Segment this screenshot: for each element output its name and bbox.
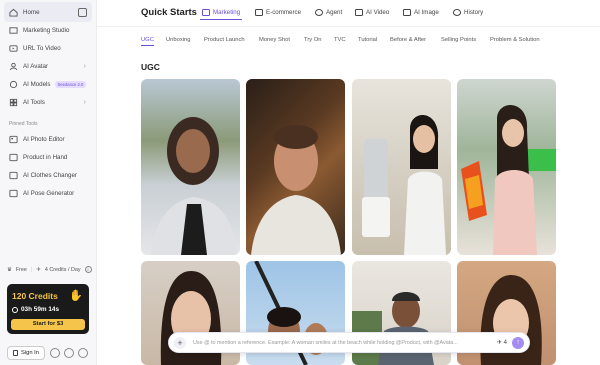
subtab-money-shot[interactable]: Money Shot bbox=[259, 35, 290, 46]
sidebar-item-ai-pose-generator[interactable]: AI Pose Generator bbox=[4, 183, 92, 203]
discord-icon[interactable] bbox=[50, 348, 60, 358]
crown-icon: ♛ bbox=[7, 266, 12, 273]
pose-icon bbox=[9, 189, 18, 198]
sidebar-item-product-in-hand[interactable]: Product in Hand bbox=[4, 147, 92, 167]
sidebar-item-label: URL To Video bbox=[23, 44, 61, 52]
sidebar-item-label: AI Tools bbox=[23, 98, 45, 106]
video-card[interactable] bbox=[141, 79, 240, 255]
rocket-icon: ✈ bbox=[36, 266, 41, 273]
marketing-tab-icon bbox=[202, 8, 210, 16]
subtab-problem-solution[interactable]: Problem & Solution bbox=[490, 35, 540, 46]
hand-wave-icon: ✋ bbox=[69, 290, 83, 302]
video-icon bbox=[355, 9, 363, 16]
sidebar-item-ai-tools[interactable]: AI Tools › bbox=[4, 92, 92, 112]
sidebar-item-ai-models[interactable]: AI Models Seedance 2.0 bbox=[4, 74, 92, 94]
sign-in-button[interactable]: Sign In bbox=[7, 346, 45, 360]
subtab-unboxing[interactable]: Unboxing bbox=[166, 35, 191, 46]
tab-ai-video[interactable]: AI Video bbox=[353, 5, 391, 20]
sidebar-item-label: Product in Hand bbox=[23, 153, 68, 161]
chevron-right-icon: › bbox=[83, 62, 86, 70]
tools-icon bbox=[9, 98, 18, 107]
start-trial-button[interactable]: Start for $3 bbox=[11, 319, 85, 330]
sidebar-item-label: AI Models bbox=[23, 80, 51, 88]
credits-per-day: 4 Credits / Day bbox=[44, 266, 81, 273]
video-card[interactable] bbox=[352, 79, 451, 255]
sidebar-item-marketing-studio[interactable]: Marketing Studio bbox=[4, 20, 92, 40]
sidebar-item-home[interactable]: Home bbox=[4, 2, 92, 22]
subtab-try-on[interactable]: Try On bbox=[304, 35, 322, 46]
clock-icon bbox=[453, 9, 461, 16]
tab-marketing[interactable]: Marketing bbox=[200, 5, 243, 20]
sidebar: Home Marketing Studio URL To Video AI Av… bbox=[0, 0, 97, 365]
shop-icon bbox=[255, 9, 263, 16]
credits-card: 120 Credits ✋ 03h 59m 14s Start for $3 bbox=[7, 284, 89, 334]
subtab-tvc[interactable]: TVC bbox=[334, 35, 346, 46]
help-icon[interactable] bbox=[78, 348, 88, 358]
subtab-tutorial[interactable]: Tutorial bbox=[358, 35, 377, 46]
image-icon bbox=[403, 9, 411, 16]
header-divider bbox=[97, 26, 600, 27]
section-title: UGC bbox=[141, 62, 160, 72]
subtab-product-launch[interactable]: Product Launch bbox=[204, 35, 245, 46]
pinned-tools-label: Pinned Tools bbox=[9, 121, 38, 127]
plan-label: Free bbox=[15, 266, 27, 273]
plan-row: ♛ Free | ✈ 4 Credits / Day i bbox=[7, 266, 92, 273]
video-thumbnail bbox=[251, 125, 341, 255]
video-thumbnail bbox=[362, 115, 446, 255]
sidebar-item-label: AI Avatar bbox=[23, 62, 48, 70]
subtab-selling-points[interactable]: Selling Points bbox=[441, 35, 476, 46]
credit-cost: ✈ 4 bbox=[496, 340, 507, 346]
tab-e-commerce[interactable]: E-commerce bbox=[253, 5, 303, 20]
sidebar-item-label: AI Photo Editor bbox=[23, 135, 65, 143]
language-icon[interactable] bbox=[64, 348, 74, 358]
sidebar-item-label: Marketing Studio bbox=[23, 26, 70, 34]
chevron-right-icon: › bbox=[83, 98, 86, 106]
sidebar-item-ai-avatar[interactable]: AI Avatar › bbox=[4, 56, 92, 76]
info-icon[interactable]: i bbox=[84, 266, 92, 273]
video-thumbnail bbox=[151, 117, 237, 255]
video-thumbnail bbox=[461, 105, 556, 255]
prompt-input[interactable]: Use @ to mention a reference. Example: A… bbox=[193, 340, 463, 346]
prompt-bar: + Use @ to mention a reference. Example:… bbox=[168, 332, 530, 353]
credits-title: 120 Credits bbox=[12, 291, 58, 301]
agent-icon bbox=[315, 9, 323, 16]
models-icon bbox=[9, 80, 18, 89]
subtab-before-after[interactable]: Before & After bbox=[390, 35, 426, 46]
tab-agent[interactable]: Agent bbox=[313, 5, 344, 20]
collapse-sidebar-icon[interactable] bbox=[78, 7, 87, 17]
photo-editor-icon bbox=[9, 135, 18, 144]
subtab-ugc[interactable]: UGC bbox=[141, 35, 154, 46]
tab-history[interactable]: History bbox=[451, 5, 485, 20]
clothes-icon bbox=[9, 171, 18, 180]
clock-icon bbox=[12, 306, 18, 313]
avatar-icon bbox=[9, 62, 18, 71]
login-icon bbox=[12, 350, 18, 356]
add-reference-button[interactable]: + bbox=[174, 337, 186, 349]
countdown-timer: 03h 59m 14s bbox=[12, 306, 59, 313]
send-button[interactable]: ↑ bbox=[512, 337, 524, 349]
home-icon bbox=[9, 8, 18, 17]
sidebar-item-label: AI Clothes Changer bbox=[23, 171, 77, 179]
page-title: Quick Starts bbox=[141, 7, 197, 18]
marketing-icon bbox=[9, 26, 18, 35]
hand-icon bbox=[9, 153, 18, 162]
seedance-badge: Seedance 2.0 bbox=[54, 80, 87, 88]
sidebar-item-ai-clothes-changer[interactable]: AI Clothes Changer bbox=[4, 165, 92, 185]
tab-ai-image[interactable]: AI Image bbox=[401, 5, 441, 20]
video-card[interactable] bbox=[457, 79, 556, 255]
rocket-icon: ✈ bbox=[496, 340, 502, 346]
sidebar-item-ai-photo-editor[interactable]: AI Photo Editor bbox=[4, 129, 92, 149]
sidebar-item-url-to-video[interactable]: URL To Video bbox=[4, 38, 92, 58]
video-card[interactable] bbox=[246, 79, 345, 255]
sidebar-item-label: Home bbox=[23, 8, 40, 16]
sidebar-item-label: AI Pose Generator bbox=[23, 189, 75, 197]
link-icon bbox=[9, 44, 18, 53]
